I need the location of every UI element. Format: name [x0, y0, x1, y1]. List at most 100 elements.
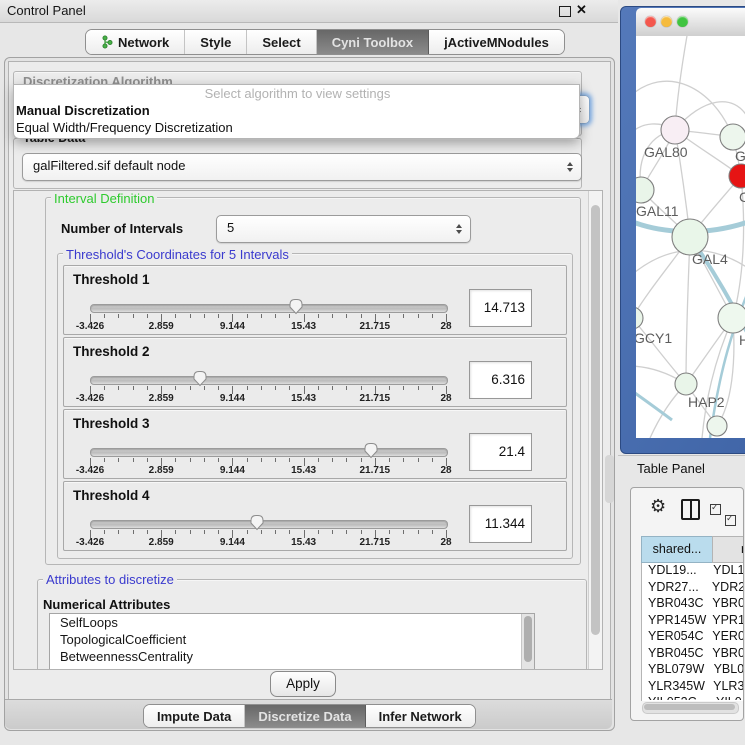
mac-minimize-icon[interactable] [661, 16, 672, 27]
table-row[interactable]: YDR27...YDR2 [641, 579, 743, 596]
tick-label: 28 [440, 393, 451, 404]
threshold-value-field[interactable]: 21.4 [469, 433, 532, 471]
tab-label: Infer Network [379, 709, 462, 724]
mac-zoom-icon[interactable] [677, 16, 688, 27]
slider-track[interactable] [90, 304, 448, 313]
column-header-shared-name[interactable]: shared... [641, 536, 713, 563]
splitter-handle[interactable] [605, 455, 614, 503]
apply-button[interactable]: Apply [270, 671, 336, 697]
app-root: Control Panel ✕ NetworkStyleSelectCyni T… [0, 0, 745, 745]
tab-style[interactable]: Style [185, 30, 247, 54]
tab-impute-data[interactable]: Impute Data [144, 705, 245, 727]
network-node-label: HAP2 [688, 394, 725, 410]
tick-label: 9.144 [220, 465, 245, 476]
threshold-value-field[interactable]: 14.713 [469, 289, 532, 327]
dropdown-option-equal-width-frequency-discretization[interactable]: Equal Width/Frequency Discretization [14, 119, 579, 136]
tick-label: 21.715 [360, 321, 391, 332]
network-edge-highlighted[interactable] [636, 388, 672, 420]
network-node-c[interactable] [729, 164, 745, 188]
combo-stepper-icon[interactable] [567, 162, 573, 172]
threshold-value-field[interactable]: 6.316 [469, 361, 532, 399]
slider-track[interactable] [90, 376, 448, 385]
tab-label: Discretize Data [258, 709, 351, 724]
table-row[interactable]: YBR043CYBR0 [641, 595, 743, 612]
tick-label: 9.144 [220, 393, 245, 404]
network-node-label: GCY1 [636, 330, 672, 346]
slider-track[interactable] [90, 520, 448, 529]
network-node-h[interactable] [718, 303, 745, 333]
attribute-item-betweennesscentrality[interactable]: BetweennessCentrality [50, 648, 534, 665]
float-window-icon[interactable] [559, 6, 571, 17]
tab-select[interactable]: Select [247, 30, 316, 54]
slider-thumb[interactable] [288, 298, 304, 315]
table-row[interactable]: YER054CYER0 [641, 628, 743, 645]
slider-track[interactable] [90, 448, 448, 457]
tab-network[interactable]: Network [86, 30, 185, 54]
checkbox-icon[interactable] [725, 515, 736, 526]
network-node-hap2[interactable] [675, 373, 697, 395]
tab-discretize-data[interactable]: Discretize Data [245, 705, 365, 727]
table-row[interactable]: YBR045CYBR0 [641, 645, 743, 662]
cell-name: YLR3 [709, 678, 743, 695]
table-row[interactable]: YPR145WYPR1 [641, 612, 743, 629]
tab-label: Network [118, 35, 169, 50]
network-icon [101, 35, 113, 49]
tick-label: 2.859 [149, 465, 174, 476]
number-of-intervals-combobox[interactable]: 5 [216, 215, 471, 243]
threshold-value-field[interactable]: 11.344 [469, 505, 532, 543]
tab-label: Select [262, 35, 300, 50]
cell-shared-name: YPR145W [641, 612, 708, 629]
list-scrollbar[interactable] [521, 614, 534, 670]
network-node-gcy1[interactable] [636, 307, 643, 329]
panel-scrollbar-thumb[interactable] [591, 205, 600, 635]
gear-icon[interactable]: ⚙ [650, 497, 666, 515]
table-row[interactable]: YLR345WYLR3 [641, 678, 743, 695]
network-window-titlebar[interactable] [636, 8, 745, 37]
table-data-combobox-value: galFiltered.sif default node [33, 158, 185, 173]
table-horizontal-scrollbar[interactable] [642, 702, 739, 714]
control-panel-header [0, 0, 618, 23]
slider-thumb[interactable] [363, 442, 379, 459]
tick-label: 2.859 [149, 321, 174, 332]
tab-label: Cyni Toolbox [332, 35, 413, 50]
network-node-g-[interactable] [720, 124, 745, 150]
network-node[interactable] [707, 416, 727, 436]
network-node-gal11[interactable] [636, 177, 654, 203]
network-node-gal80[interactable] [661, 116, 689, 144]
table-row[interactable]: YIL052CYIL0 [641, 694, 743, 700]
tab-infer-network[interactable]: Infer Network [366, 705, 475, 727]
network-node-label: GAL80 [644, 144, 688, 160]
cell-shared-name: YIL052C [641, 694, 712, 700]
network-edge[interactable] [636, 318, 686, 384]
tab-cyni-toolbox[interactable]: Cyni Toolbox [317, 30, 429, 54]
combo-stepper-icon[interactable] [456, 224, 462, 234]
slider-thumb[interactable] [249, 514, 265, 531]
network-canvas[interactable]: GAL80G.CGAL11GAL4GCY1HHAP2 [636, 36, 745, 438]
tick-label: -3.426 [76, 321, 104, 332]
checkbox-icon[interactable] [710, 504, 721, 515]
table-data-combobox[interactable]: galFiltered.sif default node [22, 153, 582, 181]
cell-name: YDL1 [709, 562, 743, 579]
dropdown-option-manual-discretization[interactable]: Manual Discretization [14, 102, 579, 119]
close-icon[interactable]: ✕ [576, 2, 587, 18]
network-edge[interactable] [686, 237, 690, 384]
dropdown-options: Manual DiscretizationEqual Width/Frequen… [14, 102, 579, 136]
mac-close-icon[interactable] [645, 16, 656, 27]
table-row[interactable]: YBL079WYBL0 [641, 661, 743, 678]
number-of-intervals-value: 5 [227, 220, 234, 235]
slider-thumb[interactable] [192, 370, 208, 387]
tab-label: Style [200, 35, 231, 50]
attribute-item-selfloops[interactable]: SelfLoops [50, 614, 534, 631]
numerical-attributes-label: Numerical Attributes [43, 597, 170, 612]
panel-scrollbar[interactable] [588, 191, 602, 669]
columns-icon[interactable] [681, 499, 700, 520]
tick-label: -3.426 [76, 537, 104, 548]
tab-jactivemnodules[interactable]: jActiveMNodules [429, 30, 564, 54]
slider-tick-labels: -3.4262.8599.14415.4321.71528 [90, 393, 446, 405]
network-node-gal4[interactable] [672, 219, 708, 255]
dropdown-placeholder: Select algorithm to view settings [14, 85, 579, 102]
numerical-attributes-list[interactable]: SelfLoopsTopologicalCoefficientBetweenne… [49, 613, 535, 670]
column-header-name[interactable]: na [712, 536, 744, 563]
attribute-item-topologicalcoefficient[interactable]: TopologicalCoefficient [50, 631, 534, 648]
table-row[interactable]: YDL19...YDL1 [641, 562, 743, 579]
